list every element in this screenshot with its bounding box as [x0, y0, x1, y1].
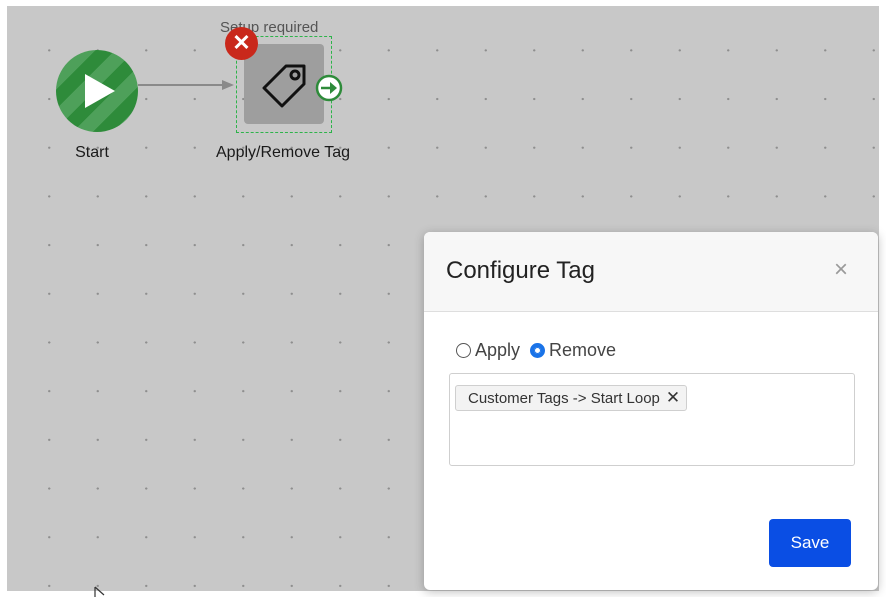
start-node[interactable]: [56, 50, 138, 132]
connector-arrow: [138, 80, 234, 90]
play-icon: [85, 74, 115, 108]
tag-chip: Customer Tags -> Start Loop ✕: [455, 385, 688, 411]
tag-node-label: Apply/Remove Tag: [216, 144, 350, 161]
tag-chip-label: Customer Tags -> Start Loop: [468, 389, 660, 407]
tag-select-field[interactable]: Customer Tags -> Start Loop ✕: [449, 373, 855, 466]
apply-remove-options: Apply Remove: [456, 340, 626, 361]
close-icon[interactable]: ✕: [225, 27, 258, 60]
remove-radio[interactable]: [530, 343, 546, 358]
remove-radio-label[interactable]: Remove: [549, 340, 616, 361]
dialog-header: Configure Tag ×: [424, 232, 878, 312]
dialog-title: Configure Tag: [446, 257, 595, 284]
mouse-pointer-icon: [94, 586, 105, 597]
tag-icon: [262, 64, 306, 108]
apply-radio-label[interactable]: Apply: [475, 340, 520, 361]
start-node-label: Start: [75, 144, 109, 161]
close-icon[interactable]: ×: [834, 256, 848, 284]
configure-tag-dialog: Configure Tag × Apply Remove Customer Ta…: [424, 232, 878, 590]
save-button[interactable]: Save: [769, 519, 851, 567]
arrow-right-circle-icon[interactable]: [314, 73, 344, 103]
tag-node-box[interactable]: [244, 44, 324, 124]
remove-tag-icon[interactable]: ✕: [666, 388, 680, 408]
apply-radio[interactable]: [456, 343, 471, 358]
